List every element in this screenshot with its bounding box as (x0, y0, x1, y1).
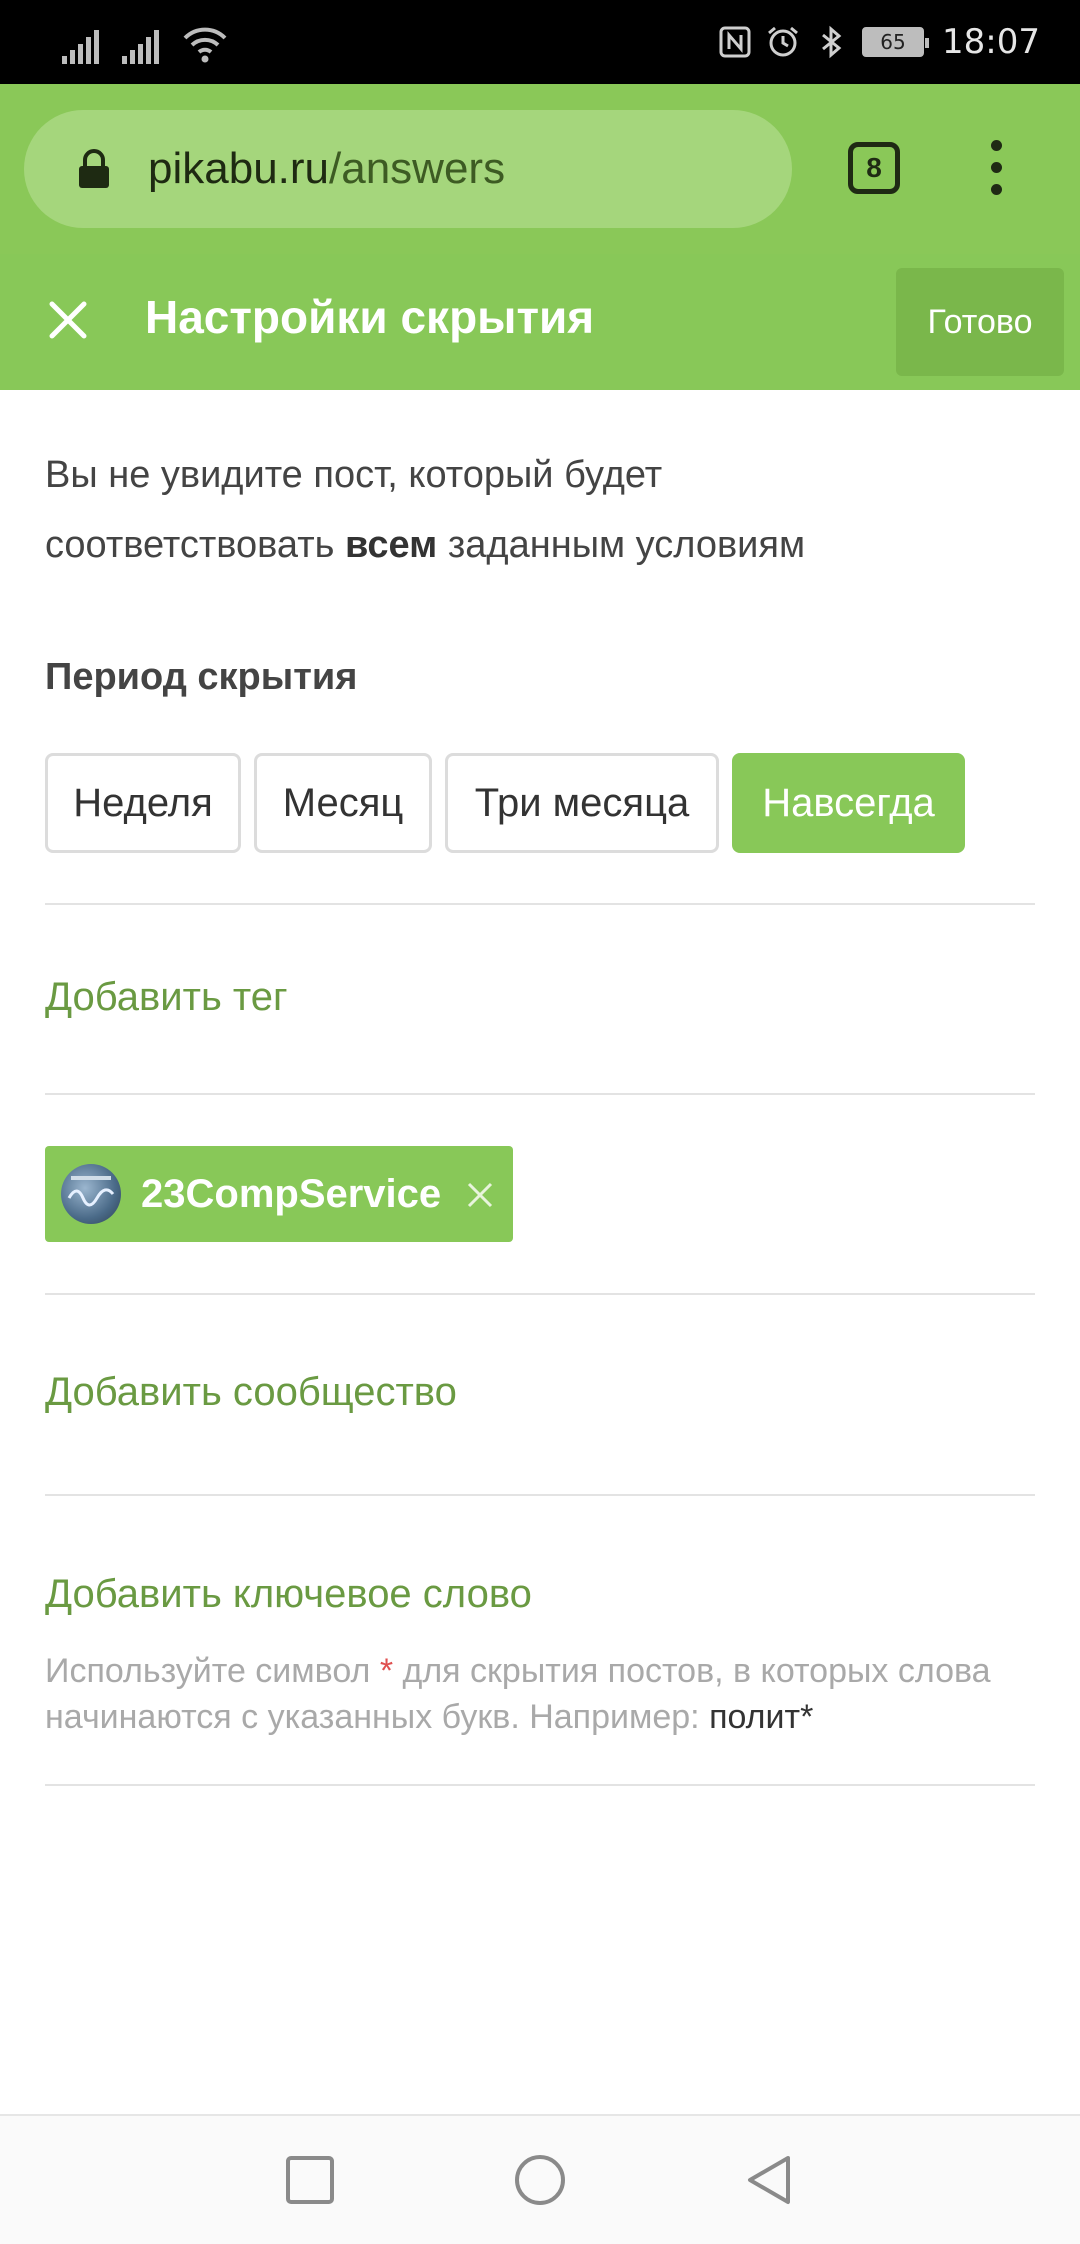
keyword-hint: Используйте символ * для скрытия постов,… (45, 1648, 1045, 1740)
hint-star: * (379, 1652, 394, 1690)
wifi-icon (183, 27, 227, 63)
description-line2-bold: всем (345, 524, 438, 566)
tag-avatar (61, 1164, 121, 1224)
status-left-icons (62, 20, 228, 64)
signal-icon (122, 28, 162, 64)
lock-icon (79, 149, 109, 188)
period-option-month[interactable]: Месяц (254, 753, 432, 853)
add-community-link[interactable]: Добавить сообщество (45, 1370, 457, 1415)
description-line2-after: заданным условиям (437, 524, 806, 566)
url-bar[interactable]: pikabu.ru/answers (24, 110, 792, 228)
browser-menu-icon[interactable] (984, 140, 1008, 200)
divider (45, 1494, 1035, 1496)
period-option-week[interactable]: Неделя (45, 753, 241, 853)
description-line2-before: соответствовать (45, 524, 345, 566)
period-option-forever[interactable]: Навсегда (732, 753, 965, 853)
status-bar: 65 18:07 (0, 0, 1080, 84)
remove-tag-icon[interactable] (465, 1180, 495, 1210)
tag-chip: 23CompService (45, 1146, 513, 1242)
divider (45, 1093, 1035, 1095)
period-options: Неделя Месяц Три месяца Навсегда (45, 753, 965, 853)
divider (45, 1784, 1035, 1786)
description-line1: Вы не увидите пост, который будет (45, 454, 663, 496)
battery-icon: 65 (862, 27, 930, 57)
home-icon[interactable] (512, 2152, 568, 2208)
system-nav-bar (0, 2114, 1080, 2244)
tab-switcher-button[interactable]: 8 (848, 142, 900, 194)
tag-name: 23CompService (141, 1171, 442, 1216)
avatar-image-icon (67, 1176, 115, 1207)
close-icon[interactable] (46, 298, 90, 342)
recents-icon[interactable] (282, 2152, 338, 2208)
add-keyword-link[interactable]: Добавить ключевое слово (45, 1572, 532, 1617)
status-time: 18:07 (942, 22, 1040, 62)
add-tag-link[interactable]: Добавить тег (45, 975, 288, 1020)
hint-text-start: Используйте символ (45, 1652, 380, 1690)
url-host: pikabu.ru (148, 144, 330, 193)
period-title: Период скрытия (45, 656, 358, 698)
done-button[interactable]: Готово (896, 268, 1064, 376)
page-title: Настройки скрытия (145, 291, 595, 343)
divider (45, 903, 1035, 905)
app-header: Настройки скрытия Готово (0, 254, 1080, 390)
description-text: Вы не увидите пост, который будет соотве… (45, 440, 1045, 580)
browser-toolbar: pikabu.ru/answers 8 (0, 84, 1080, 254)
bluetooth-icon (822, 25, 842, 59)
status-right-icons: 65 18:07 (718, 18, 1040, 66)
period-option-three-months[interactable]: Три месяца (445, 753, 719, 853)
signal-icon (62, 28, 102, 64)
divider (45, 1293, 1035, 1295)
nfc-icon (719, 26, 751, 58)
alarm-icon (768, 26, 798, 57)
hint-example: полит* (709, 1698, 814, 1736)
back-icon[interactable] (742, 2152, 798, 2208)
url-path: /answers (329, 144, 506, 193)
battery-level: 65 (880, 30, 906, 54)
